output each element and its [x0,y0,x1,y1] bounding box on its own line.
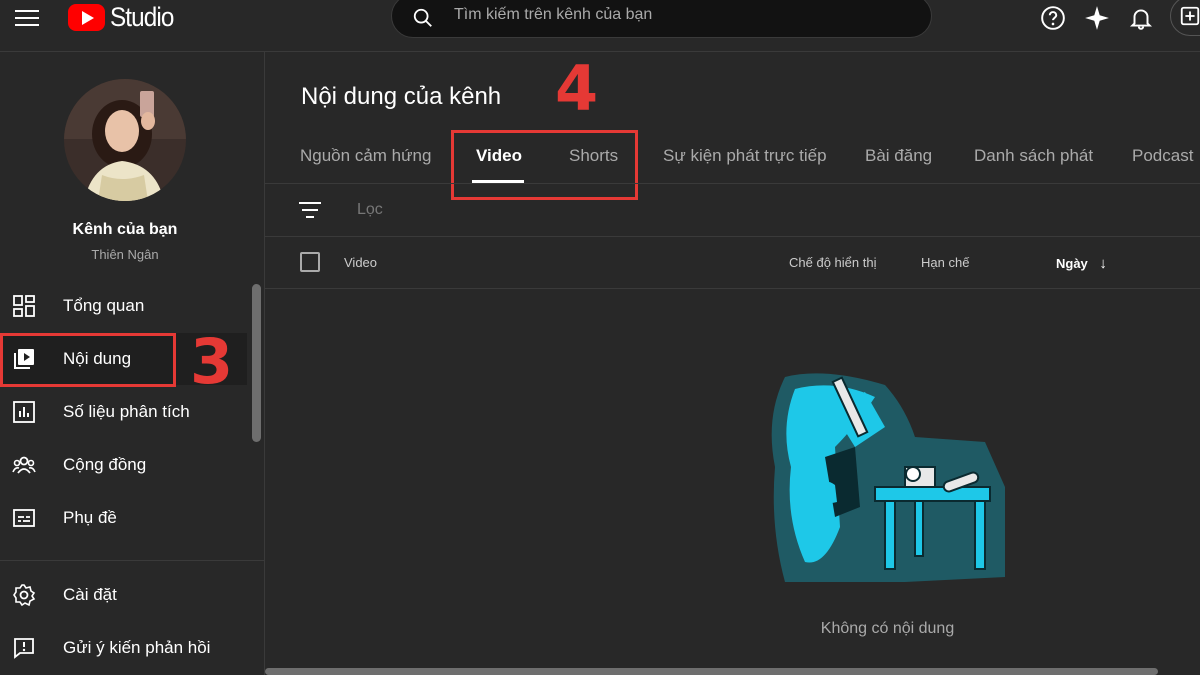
main-content: Nội dung của kênh 4 Nguồn cảm hứng Video… [265,52,1200,675]
column-video[interactable]: Video [344,255,377,270]
column-visibility[interactable]: Chế độ hiển thị [789,255,876,270]
sidebar: Kênh của bạn Thiên Ngân Tổng quan Nội du… [0,52,265,675]
filter-icon[interactable] [298,200,322,220]
sidebar-item-label: Phụ đề [63,508,117,527]
filter-divider [265,236,1200,237]
sidebar-item-label: Số liệu phân tích [63,402,190,421]
channel-name: Kênh của bạn [72,221,178,238]
sidebar-item-feedback[interactable]: Gửi ý kiến phản hồi [0,622,247,674]
sidebar-item-subtitles[interactable]: Phụ đề [0,492,247,544]
avatar[interactable] [64,79,186,201]
select-all-checkbox[interactable] [300,252,320,272]
tab-inspiration[interactable]: Nguồn cảm hứng [300,146,431,166]
analytics-icon [13,401,35,423]
tab-live[interactable]: Sự kiện phát trực tiếp [663,146,827,166]
tab-posts[interactable]: Bài đăng [865,146,932,166]
sidebar-item-label: Cộng đồng [63,455,147,474]
community-icon [12,456,36,474]
sort-down-icon: ↓ [1099,255,1107,272]
column-date-label: Ngày [1056,256,1088,271]
annotation-box-step-3 [0,333,176,387]
empty-state-text: Không có nội dung [820,620,955,637]
column-date[interactable]: Ngày ↓ [1056,255,1107,272]
dashboard-icon [13,295,35,317]
feedback-icon [14,638,34,659]
sidebar-item-community[interactable]: Cộng đồng [0,439,247,491]
annotation-box-step-4 [451,130,638,200]
sidebar-scrollbar[interactable] [252,284,261,442]
channel-handle: Thiên Ngân [91,247,159,262]
logo-text: Studio [110,2,174,32]
top-bar: Studio [0,0,1200,52]
studio-logo[interactable]: Studio [68,2,181,33]
horizontal-scrollbar[interactable] [265,668,1158,675]
create-button[interactable] [1170,0,1200,36]
search-input[interactable] [454,6,894,24]
tabs-divider [265,183,1200,184]
subtitles-icon [13,509,35,527]
sidebar-divider [0,560,264,561]
tab-podcast[interactable]: Podcast [1132,146,1193,166]
search-box[interactable] [391,0,932,38]
search-icon[interactable] [412,7,434,29]
filter-input[interactable] [357,201,757,219]
annotation-step-3: 3 [190,325,234,398]
table-header-divider [265,288,1200,289]
help-icon[interactable] [1040,5,1066,31]
create-icon [1180,6,1200,26]
sidebar-item-label: Cài đặt [63,585,117,604]
sidebar-item-label: Tổng quan [63,296,145,315]
empty-state-illustration [771,373,1005,582]
page-title: Nội dung của kênh [301,83,502,110]
tab-playlists[interactable]: Danh sách phát [974,146,1093,166]
sparkle-icon[interactable] [1084,5,1110,31]
settings-icon [13,584,36,607]
column-restrictions[interactable]: Hạn chế [921,255,969,270]
bell-icon[interactable] [1128,5,1154,31]
menu-icon[interactable] [14,8,40,28]
annotation-step-4: 4 [555,52,599,125]
sidebar-item-label: Gửi ý kiến phản hồi [63,638,211,657]
youtube-play-icon [68,4,105,31]
sidebar-item-settings[interactable]: Cài đặt [0,569,247,621]
avatar-image [64,79,186,201]
